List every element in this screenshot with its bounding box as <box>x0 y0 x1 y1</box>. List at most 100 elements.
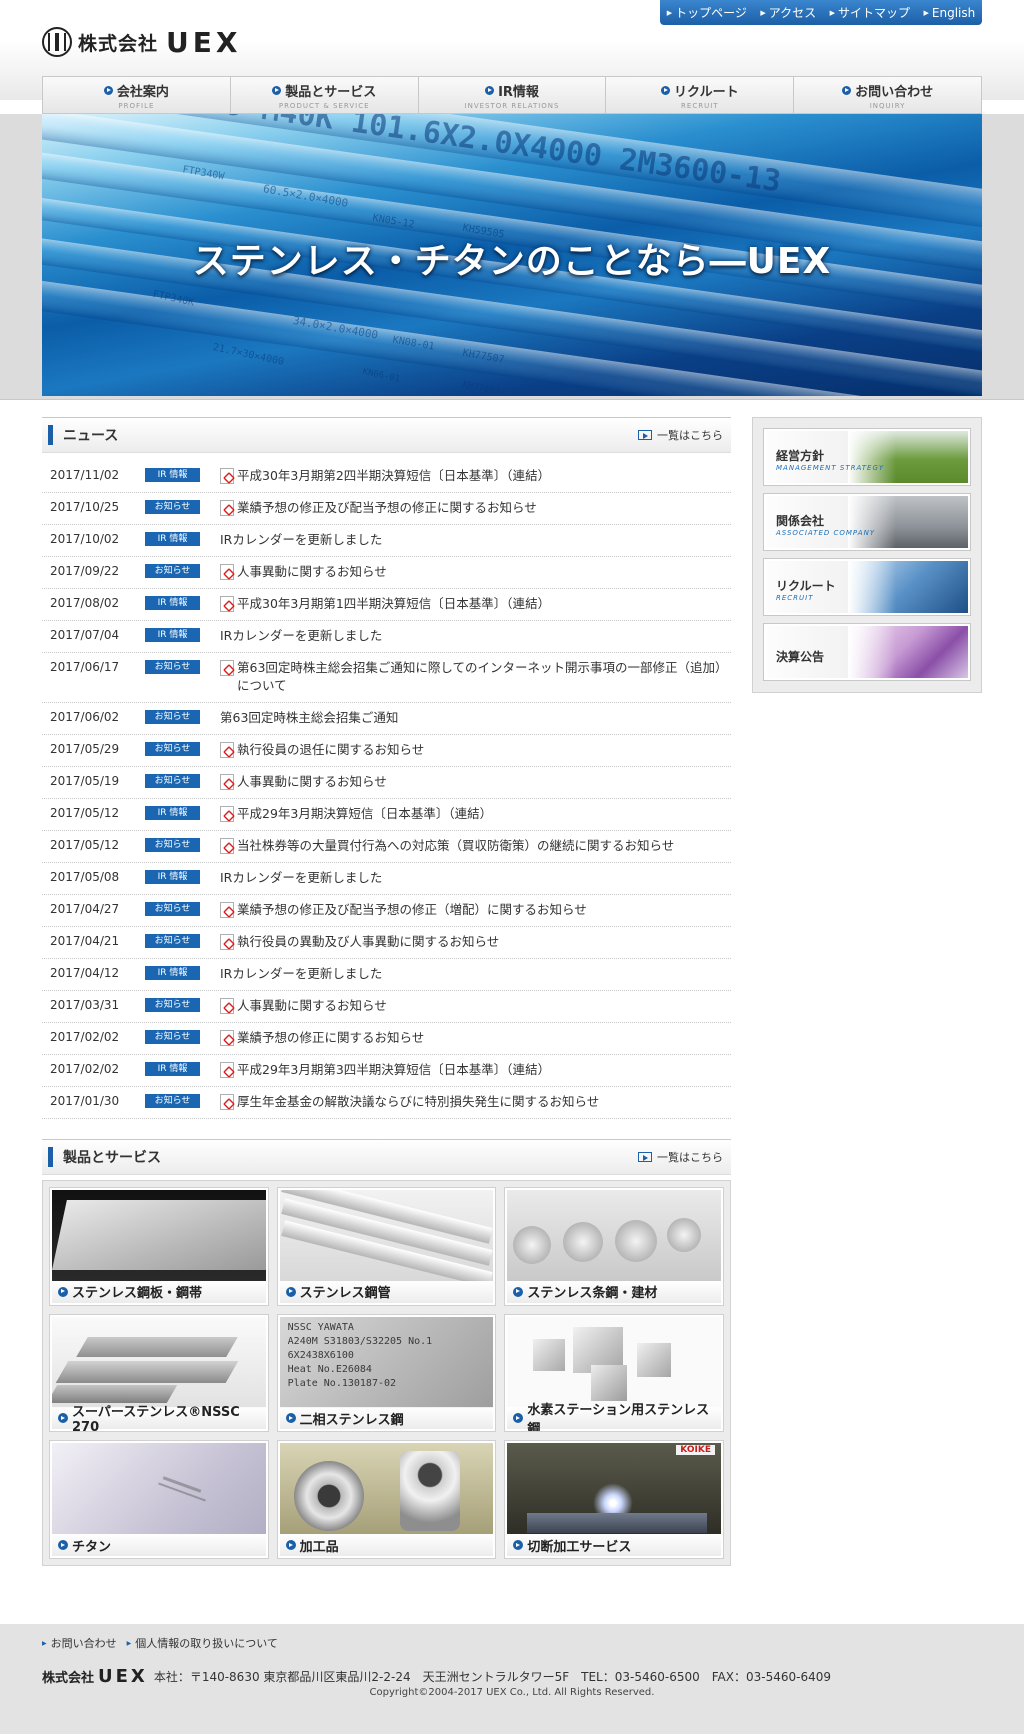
news-item[interactable]: 2017/05/29 お知らせ 執行役員の退任に関するお知らせ <box>42 735 731 767</box>
news-link[interactable]: IRカレンダーを更新しました <box>220 869 731 887</box>
news-item[interactable]: 2017/08/02 IR 情報 平成30年3月期第1四半期決算短信〔日本基準〕（連… <box>42 589 731 621</box>
arrow-right-icon: ▶ <box>126 1639 132 1647</box>
news-item[interactable]: 2017/05/19 お知らせ 人事異動に関するお知らせ <box>42 767 731 799</box>
company-logo[interactable]: 株式会社 UEX <box>42 25 242 59</box>
products-title: 製品とサービス <box>48 1147 161 1167</box>
product-card-hydrogen[interactable]: 水素ステーション用ステンレス鋼 <box>504 1313 724 1433</box>
news-text: 業績予想の修正及び配当予想の修正に関するお知らせ <box>237 500 537 515</box>
news-item[interactable]: 2017/11/02 IR 情報 平成30年3月期第2四半期決算短信〔日本基準〕（連… <box>42 461 731 493</box>
news-link[interactable]: 平成29年3月期第3四半期決算短信〔日本基準〕（連結） <box>220 1061 731 1079</box>
info-badge: お知らせ <box>145 1094 200 1108</box>
news-item[interactable]: 2017/01/30 お知らせ 厚生年金基金の解散決議ならびに特別損失発生に関するお… <box>42 1087 731 1119</box>
pdf-icon <box>220 468 234 484</box>
news-link[interactable]: 執行役員の異動及び人事異動に関するお知らせ <box>220 933 731 951</box>
news-header: ニュース 一覧はこちら <box>42 417 731 453</box>
news-item[interactable]: 2017/06/17 お知らせ 第63回定時株主総会招集ご通知に際してのインターネッ… <box>42 653 731 703</box>
hero-title: ステンレス・チタンのことなら―UEX <box>192 241 832 282</box>
nav-products-label: 製品とサービス <box>285 84 377 100</box>
product-card-bar[interactable]: ステンレス条鋼・建材 <box>504 1187 724 1306</box>
news-item[interactable]: 2017/09/22 お知らせ 人事異動に関するお知らせ <box>42 557 731 589</box>
news-item[interactable]: 2017/02/02 お知らせ 業績予想の修正に関するお知らせ <box>42 1023 731 1055</box>
news-link[interactable]: IRカレンダーを更新しました <box>220 531 731 549</box>
hero-banner: 9 M40K 101.6X2.0X4000 2M3600-13 60.5×2.0… <box>42 114 982 396</box>
news-date: 2017/10/02 <box>50 532 120 546</box>
nav-inquiry[interactable]: お問い合わせ INQUIRY <box>794 77 981 113</box>
product-card-pipe[interactable]: ステンレス鋼管 <box>276 1187 497 1306</box>
news-link[interactable]: 平成30年3月期第1四半期決算短信〔日本基準〕（連結） <box>220 595 731 613</box>
news-link[interactable]: IRカレンダーを更新しました <box>220 627 731 645</box>
logo-text-jp: 株式会社 <box>78 32 159 55</box>
news-link[interactable]: 執行役員の退任に関するお知らせ <box>220 741 731 759</box>
news-text: 業績予想の修正に関するお知らせ <box>237 1030 425 1045</box>
banner-sub: MANAGEMENT STRATEGY <box>776 464 885 472</box>
news-item[interactable]: 2017/05/12 IR 情報 平成29年3月期決算短信〔日本基準〕（連結） <box>42 799 731 831</box>
banner-sub: ASSOCIATED COMPANY <box>776 529 876 537</box>
pdf-icon <box>220 596 234 612</box>
nav-products[interactable]: 製品とサービス PRODUCT & SERVICE <box>231 77 419 113</box>
product-card-machined[interactable]: 加工品 <box>276 1440 497 1559</box>
news-link[interactable]: IRカレンダーを更新しました <box>220 965 731 983</box>
news-link[interactable]: 人事異動に関するお知らせ <box>220 773 731 791</box>
product-card-duplex[interactable]: NSSC YAWATA A240M S31803/S32205 No.1 6X2… <box>276 1313 497 1433</box>
nav-recruit[interactable]: リクルート RECRUIT <box>606 77 795 113</box>
footer-privacy-link[interactable]: ▶ 個人情報の取り扱いについて <box>127 1635 278 1651</box>
news-item[interactable]: 2017/06/02 お知らせ 第63回定時株主総会招集ご通知 <box>42 703 731 735</box>
products-more-label: 一覧はこちら <box>657 1151 723 1164</box>
product-card-cutting[interactable]: KOIKE 切断加工サービス <box>504 1440 724 1559</box>
product-card-plate[interactable]: ステンレス鋼板・鋼帯 <box>49 1187 269 1306</box>
news-item[interactable]: 2017/10/02 IR 情報 IRカレンダーを更新しました <box>42 525 731 557</box>
news-link[interactable]: 当社株券等の大量買付行為への対応策（買収防衛策）の継続に関するお知らせ <box>220 837 731 855</box>
footer-inquiry-link[interactable]: ▶ お問い合わせ <box>42 1635 117 1651</box>
news-item[interactable]: 2017/05/08 IR 情報 IRカレンダーを更新しました <box>42 863 731 895</box>
news-date: 2017/08/02 <box>50 596 120 610</box>
product-label: 水素ステーション用ステンレス鋼 <box>527 1403 710 1433</box>
top-page-link[interactable]: ▶ トップページ <box>667 4 747 21</box>
news-link[interactable]: 第63回定時株主総会招集ご通知に際してのインターネット開示事項の一部修正（追加）… <box>220 659 731 695</box>
access-label: アクセス <box>768 6 817 20</box>
news-item[interactable]: 2017/10/25 お知らせ 業績予想の修正及び配当予想の修正に関するお知らせ <box>42 493 731 525</box>
banner-financial-notice[interactable]: 決算公告 <box>763 623 971 681</box>
info-badge: お知らせ <box>145 774 200 788</box>
news-item[interactable]: 2017/04/27 お知らせ 業績予想の修正及び配当予想の修正（増配）に関するお知… <box>42 895 731 927</box>
news-link[interactable]: 平成30年3月期第2四半期決算短信〔日本基準〕（連結） <box>220 467 731 485</box>
news-item[interactable]: 2017/07/04 IR 情報 IRカレンダーを更新しました <box>42 621 731 653</box>
english-link[interactable]: ▶ English <box>924 6 976 20</box>
products-more-link[interactable]: 一覧はこちら <box>638 1149 723 1165</box>
news-item[interactable]: 2017/04/21 お知らせ 執行役員の異動及び人事異動に関するお知らせ <box>42 927 731 959</box>
stamp-text: NSSC YAWATA <box>287 1321 354 1333</box>
nav-ir[interactable]: IR情報 INVESTOR RELATIONS <box>419 77 607 113</box>
list-arrow-icon <box>638 1152 652 1162</box>
ir-badge: IR 情報 <box>145 596 200 610</box>
info-badge: お知らせ <box>145 838 200 852</box>
circle-arrow-icon <box>285 1413 296 1424</box>
news-item[interactable]: 2017/05/12 お知らせ 当社株券等の大量買付行為への対応策（買収防衛策）の継… <box>42 831 731 863</box>
english-label: English <box>931 5 976 20</box>
news-link[interactable]: 平成29年3月期決算短信〔日本基準〕（連結） <box>220 805 731 823</box>
nav-profile[interactable]: 会社案内 PROFILE <box>43 77 231 113</box>
pdf-icon <box>220 742 234 758</box>
news-item[interactable]: 2017/04/12 IR 情報 IRカレンダーを更新しました <box>42 959 731 991</box>
logo-text-en: UEX <box>166 25 242 59</box>
news-link[interactable]: 人事異動に関するお知らせ <box>220 997 731 1015</box>
news-item[interactable]: 2017/03/31 お知らせ 人事異動に関するお知らせ <box>42 991 731 1023</box>
banner-management-strategy[interactable]: 経営方針 MANAGEMENT STRATEGY <box>763 428 971 486</box>
news-link[interactable]: 第63回定時株主総会招集ご通知 <box>220 709 731 727</box>
access-link[interactable]: ▶ アクセス <box>760 4 816 21</box>
product-card-titanium[interactable]: チタン <box>49 1440 269 1559</box>
news-link[interactable]: 人事異動に関するお知らせ <box>220 563 731 581</box>
news-link[interactable]: 業績予想の修正及び配当予想の修正（増配）に関するお知らせ <box>220 901 731 919</box>
circle-arrow-icon <box>58 1413 68 1424</box>
news-link[interactable]: 業績予想の修正に関するお知らせ <box>220 1029 731 1047</box>
nav-ir-label: IR情報 <box>498 84 539 100</box>
banner-associated-company[interactable]: 関係会社 ASSOCIATED COMPANY <box>763 493 971 551</box>
news-item[interactable]: 2017/02/02 IR 情報 平成29年3月期第3四半期決算短信〔日本基準〕（連… <box>42 1055 731 1087</box>
news-more-link[interactable]: 一覧はこちら <box>638 427 723 443</box>
news-text: 人事異動に関するお知らせ <box>237 564 387 579</box>
news-link[interactable]: 業績予想の修正及び配当予想の修正に関するお知らせ <box>220 499 731 517</box>
news-link[interactable]: 厚生年金基金の解散決議ならびに特別損失発生に関するお知らせ <box>220 1093 731 1111</box>
product-card-nssc270[interactable]: スーパーステンレス®NSSC 270 <box>49 1313 269 1433</box>
footer-info: 株式会社 UEX 本社：〒140-8630 東京都品川区東品川2-2-24 天王… <box>42 1666 831 1687</box>
banner-recruit[interactable]: リクルート RECRUIT <box>763 558 971 616</box>
news-text: 当社株券等の大量買付行為への対応策（買収防衛策）の継続に関するお知らせ <box>237 838 675 853</box>
sitemap-link[interactable]: ▶ サイトマップ <box>830 4 910 21</box>
